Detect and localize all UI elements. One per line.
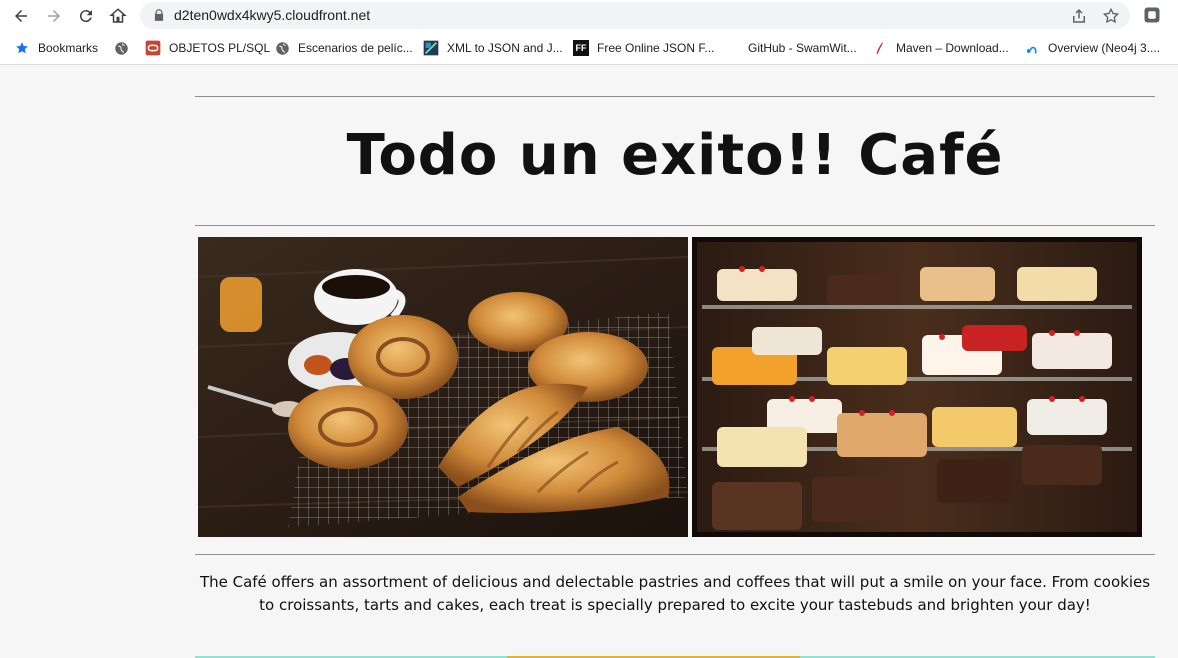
bookmark-label: Bookmarks [38, 41, 99, 55]
pastries-photo [198, 237, 688, 537]
bookmark-bookmarks[interactable]: Bookmarks [14, 38, 98, 58]
neo4j-icon [1024, 40, 1040, 56]
arrow-right-icon [48, 10, 60, 22]
forward-button[interactable] [42, 4, 66, 28]
bookmark-label: XML to JSON and J... [447, 41, 563, 55]
bookmarks-bar: Bookmarks OBJETOS PL/SQL Escenarios de p… [0, 31, 1178, 65]
browser-toolbar: d2ten0wdx4kwy5.cloudfront.net [0, 0, 1178, 31]
bookmark-label: Overview (Neo4j 3.... [1048, 41, 1161, 55]
bookmark-maven[interactable]: Maven – Download... [872, 38, 1009, 58]
web-page: Todo un exito!! Café The Café offers an … [0, 66, 1178, 658]
bookmark-label: GitHub - SwamWit... [748, 41, 857, 55]
url-text: d2ten0wdx4kwy5.cloudfront.net [174, 7, 371, 23]
page-title: Todo un exito!! Café [346, 123, 1004, 188]
divider-under-photos [195, 554, 1155, 555]
maven-icon [872, 40, 888, 56]
bookmark-xml-to-json[interactable]: XML to JSON and J... [423, 38, 563, 58]
cafe-description: The Café offers an assortment of delicio… [199, 573, 1151, 614]
star-bookmark-icon[interactable] [1102, 7, 1120, 25]
divider-top [195, 96, 1155, 97]
bookmark-globe[interactable] [113, 38, 137, 58]
reload-button[interactable] [74, 4, 98, 28]
home-icon [109, 8, 127, 23]
cakes-display-photo [692, 237, 1142, 537]
home-button[interactable] [106, 4, 130, 28]
reload-icon [79, 10, 92, 23]
back-button[interactable] [9, 4, 33, 28]
bookmark-label: Escenarios de pelíc... [298, 41, 413, 55]
star-icon [14, 40, 30, 56]
lock-icon [154, 9, 164, 21]
oracle-icon [145, 40, 161, 56]
arrow-left-icon [15, 10, 27, 22]
bookmark-label: Free Online JSON F... [597, 41, 715, 55]
address-bar[interactable]: d2ten0wdx4kwy5.cloudfront.net [140, 2, 1130, 29]
bookmark-label: OBJETOS PL/SQL [169, 41, 271, 55]
xml-json-icon [423, 40, 439, 56]
bookmark-label: Maven – Download... [896, 41, 1009, 55]
bookmark-github[interactable]: GitHub - SwamWit... [724, 38, 857, 58]
divider-under-title [195, 225, 1155, 226]
bookmark-objetos-plsql[interactable]: OBJETOS PL/SQL [145, 38, 270, 58]
bookmark-free-online-json[interactable]: FF Free Online JSON F... [573, 38, 714, 58]
globe-icon [274, 40, 290, 56]
extension-icon[interactable] [1143, 6, 1161, 24]
ff-icon-text: FF [575, 43, 587, 53]
globe-icon [113, 40, 129, 56]
ff-icon: FF [573, 40, 589, 56]
github-icon [724, 40, 740, 56]
bookmark-escenarios[interactable]: Escenarios de pelíc... [274, 38, 413, 58]
share-icon[interactable] [1070, 7, 1088, 25]
bookmark-neo4j[interactable]: Overview (Neo4j 3.... [1024, 38, 1160, 58]
